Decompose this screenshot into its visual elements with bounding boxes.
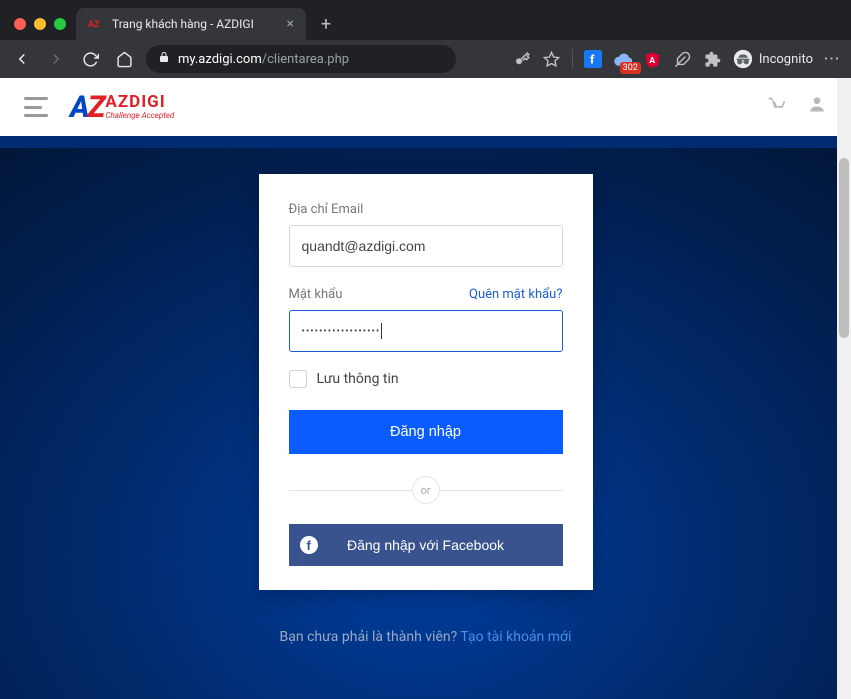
- signup-text: Bạn chưa phải là thành viên?: [280, 629, 461, 645]
- or-divider: or: [289, 476, 563, 504]
- signup-prompt: Bạn chưa phải là thành viên? Tạo tài kho…: [0, 629, 851, 645]
- site-header: AZ AZDIGI Challenge Accepted: [0, 78, 851, 136]
- page-viewport: AZ AZDIGI Challenge Accepted Địa chỉ: [0, 78, 851, 699]
- cart-icon[interactable]: [767, 94, 789, 120]
- svg-text:f: f: [590, 53, 595, 67]
- tab-close-icon[interactable]: ×: [287, 16, 294, 32]
- password-label: Mật khẩu: [289, 287, 343, 302]
- address-bar[interactable]: my.azdigi.com/clientarea.php: [146, 45, 456, 73]
- signup-link[interactable]: Tạo tài khoản mới: [460, 629, 571, 645]
- browser-tab[interactable]: AZ Trang khách hàng - AZDIGI ×: [76, 8, 306, 40]
- extensions-icon[interactable]: [703, 49, 723, 69]
- svg-text:f: f: [306, 538, 311, 553]
- divider-label: or: [412, 476, 440, 504]
- window-controls: [8, 18, 76, 40]
- ext-badge: 302: [620, 62, 641, 74]
- svg-text:AZ: AZ: [88, 20, 100, 30]
- incognito-label: Incognito: [759, 52, 813, 67]
- toolbar-right: f 302 A Incognito ⋮: [512, 49, 841, 69]
- email-input[interactable]: [289, 225, 563, 267]
- email-label: Địa chỉ Email: [289, 202, 563, 217]
- facebook-login-button[interactable]: f Đăng nhập với Facebook: [289, 524, 563, 566]
- remember-checkbox[interactable]: [289, 370, 307, 388]
- window-minimize-icon[interactable]: [34, 18, 46, 30]
- hamburger-menu-icon[interactable]: [24, 97, 48, 117]
- svg-text:A: A: [650, 56, 656, 66]
- forward-button[interactable]: [44, 47, 68, 71]
- cloud-ext-icon[interactable]: 302: [613, 49, 633, 69]
- brand-name: AZDIGI: [105, 94, 174, 111]
- scrollbar-thumb[interactable]: [839, 158, 849, 338]
- window-maximize-icon[interactable]: [54, 18, 66, 30]
- reload-button[interactable]: [78, 47, 102, 71]
- fb-button-label: Đăng nhập với Facebook: [329, 537, 563, 553]
- lock-icon: [158, 51, 170, 67]
- remember-label: Lưu thông tin: [317, 371, 399, 387]
- facebook-ext-icon[interactable]: f: [583, 49, 603, 69]
- new-tab-button[interactable]: +: [312, 10, 340, 38]
- star-icon[interactable]: [542, 49, 562, 69]
- hero-section: Địa chỉ Email Mật khẩu Quên mật khẩu? ••…: [0, 136, 851, 699]
- key-icon[interactable]: [512, 49, 532, 69]
- login-button[interactable]: Đăng nhập: [289, 410, 563, 454]
- browser-menu-icon[interactable]: ⋮: [823, 50, 842, 68]
- tab-title: Trang khách hàng - AZDIGI: [112, 17, 254, 31]
- browser-window: AZ Trang khách hàng - AZDIGI × + my.azdi…: [0, 0, 851, 699]
- user-icon[interactable]: [807, 94, 827, 120]
- password-value: ••••••••••••••••••: [302, 326, 381, 337]
- feather-ext-icon[interactable]: [673, 49, 693, 69]
- brand-tagline: Challenge Accepted: [105, 112, 174, 120]
- brand-logo[interactable]: AZ AZDIGI Challenge Accepted: [70, 90, 174, 125]
- home-button[interactable]: [112, 47, 136, 71]
- angular-ext-icon[interactable]: A: [643, 49, 663, 69]
- login-card: Địa chỉ Email Mật khẩu Quên mật khẩu? ••…: [259, 174, 593, 590]
- browser-toolbar: my.azdigi.com/clientarea.php f 302 A: [0, 40, 851, 78]
- tab-strip: AZ Trang khách hàng - AZDIGI × +: [0, 0, 851, 40]
- forgot-password-link[interactable]: Quên mật khẩu?: [469, 287, 563, 302]
- incognito-indicator[interactable]: Incognito: [733, 49, 813, 69]
- url-path: /clientarea.php: [262, 52, 349, 67]
- window-close-icon[interactable]: [14, 18, 26, 30]
- password-input[interactable]: ••••••••••••••••••: [289, 310, 563, 352]
- back-button[interactable]: [10, 47, 34, 71]
- url-host: my.azdigi.com: [178, 52, 262, 67]
- tab-favicon-icon: AZ: [88, 16, 104, 32]
- scrollbar-track[interactable]: [837, 78, 851, 699]
- facebook-icon: f: [289, 536, 329, 554]
